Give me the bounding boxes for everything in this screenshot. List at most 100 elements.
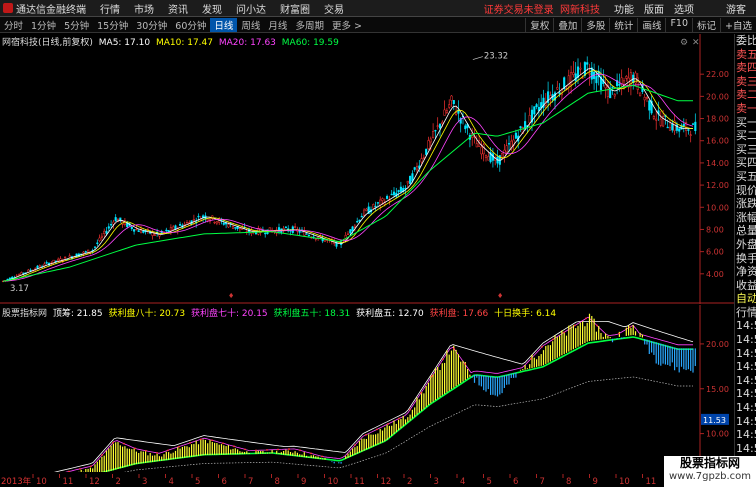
candle-body bbox=[358, 219, 361, 222]
indicator-chart[interactable]: 20.00 15.00 10.00 11.53 bbox=[0, 305, 734, 472]
candle-body bbox=[666, 126, 669, 129]
candle-body bbox=[172, 226, 175, 230]
side-panel-item[interactable]: 14:56 bbox=[735, 442, 756, 456]
fuquan-button[interactable]: 复权 bbox=[525, 17, 553, 32]
candle-body bbox=[222, 222, 225, 225]
duogu-button[interactable]: 多股 bbox=[581, 17, 609, 32]
side-panel-item[interactable]: 买四 bbox=[735, 156, 756, 170]
side-panel-item[interactable]: 14:56 bbox=[735, 360, 756, 374]
side-panel-item[interactable]: 涨跌 bbox=[735, 197, 756, 211]
candle-body bbox=[576, 66, 580, 78]
close-icon: ✕ bbox=[692, 38, 700, 48]
period-30min[interactable]: 30分钟 bbox=[132, 18, 171, 32]
candle-body bbox=[135, 228, 138, 231]
ma10-label: MA10: 17.47 bbox=[155, 38, 213, 48]
period-daily[interactable]: 日线 bbox=[210, 17, 238, 32]
period-5min[interactable]: 5分钟 bbox=[60, 18, 93, 32]
candle-body bbox=[448, 104, 451, 108]
side-panel-item[interactable]: 卖四 bbox=[735, 61, 756, 75]
side-panel-item[interactable]: 14:56 bbox=[735, 333, 756, 347]
menu-caifuquan[interactable]: 财富圈 bbox=[280, 1, 310, 16]
side-panel-item[interactable]: 外盘 bbox=[735, 238, 756, 252]
candle-body bbox=[179, 223, 182, 226]
candle-body bbox=[174, 225, 177, 230]
side-panel-item[interactable]: 净资 bbox=[735, 265, 756, 279]
candle-body bbox=[323, 239, 327, 242]
menu-xuanxiang[interactable]: 选项 bbox=[674, 1, 694, 16]
period-weekly[interactable]: 周线 bbox=[237, 18, 264, 32]
candle-body bbox=[678, 128, 681, 132]
side-panel-item[interactable]: 14:56 bbox=[735, 319, 756, 333]
huaxian-button[interactable]: 画线 bbox=[637, 17, 665, 32]
side-panel-item[interactable]: 涨幅 bbox=[735, 211, 756, 225]
period-15min[interactable]: 15分钟 bbox=[93, 18, 132, 32]
candle-body bbox=[556, 87, 559, 90]
side-panel-item[interactable]: 14:56 bbox=[735, 415, 756, 429]
month-label: 11 bbox=[63, 477, 74, 487]
side-panel-item[interactable]: 14:56 bbox=[735, 401, 756, 415]
menu-youke[interactable]: 游客 bbox=[726, 1, 746, 16]
side-panel-item[interactable]: 买一 bbox=[735, 116, 756, 130]
menu-gongneng[interactable]: 功能 bbox=[614, 1, 634, 16]
stock-title: 网宿科技(日线,前复权) bbox=[2, 38, 93, 48]
side-panel-item[interactable]: 卖三 bbox=[735, 75, 756, 89]
menu-faxian[interactable]: 发现 bbox=[202, 1, 222, 16]
site-watermark: 股票指标网 www.7gpzb.com bbox=[664, 456, 756, 487]
side-panel-item[interactable]: 14:56 bbox=[735, 428, 756, 442]
f10-button[interactable]: F10 bbox=[665, 17, 692, 32]
profit-marker bbox=[112, 441, 114, 444]
side-panel-item[interactable]: 收益 bbox=[735, 279, 756, 293]
candle-body bbox=[206, 218, 209, 221]
side-panel-item[interactable]: 买三 bbox=[735, 143, 756, 157]
menu-zixun[interactable]: 资讯 bbox=[168, 1, 188, 16]
period-1min[interactable]: 1分钟 bbox=[27, 18, 60, 32]
menu-shichang[interactable]: 市场 bbox=[134, 1, 154, 16]
high-marker-label: 23.32 bbox=[484, 52, 508, 62]
period-multi[interactable]: 多周期 bbox=[291, 18, 328, 32]
candle-body bbox=[142, 230, 145, 233]
period-more[interactable]: 更多 > bbox=[328, 18, 366, 32]
menu-jiaoyi[interactable]: 交易 bbox=[324, 1, 344, 16]
menu-hangqing[interactable]: 行情 bbox=[100, 1, 120, 16]
month-label: 7 bbox=[248, 477, 253, 487]
side-panel-item[interactable]: 总量 bbox=[735, 224, 756, 238]
candle-body bbox=[227, 224, 230, 228]
side-panel-item[interactable]: 行情 bbox=[735, 306, 756, 320]
tongji-button[interactable]: 统计 bbox=[609, 17, 637, 32]
candle-body bbox=[415, 166, 419, 171]
candle-body bbox=[18, 274, 21, 276]
menu-banmian[interactable]: 版面 bbox=[644, 1, 664, 16]
app-logo-icon bbox=[3, 3, 13, 13]
candle-body bbox=[645, 97, 649, 99]
period-fenshi[interactable]: 分时 bbox=[0, 18, 27, 32]
profit-marker bbox=[211, 439, 213, 442]
side-panel-item[interactable]: 委比 bbox=[735, 34, 756, 48]
side-panel-item[interactable]: 14:56 bbox=[735, 347, 756, 361]
biaoji-button[interactable]: 标记 bbox=[692, 17, 720, 32]
side-panel-item[interactable]: 卖二 bbox=[735, 88, 756, 102]
menu-wenxiaoda[interactable]: 问小达 bbox=[236, 1, 266, 16]
side-panel-item[interactable]: 自动 bbox=[735, 292, 756, 306]
side-panel-item[interactable]: 换手 bbox=[735, 252, 756, 266]
side-panel-item[interactable]: 买五 bbox=[735, 170, 756, 184]
side-panel-item[interactable]: 卖五 bbox=[735, 48, 756, 62]
side-panel-item[interactable]: 买二 bbox=[735, 129, 756, 143]
period-60min[interactable]: 60分钟 bbox=[171, 18, 210, 32]
candle-body bbox=[528, 115, 531, 124]
login-alert[interactable]: 证券交易未登录 网新科技 bbox=[484, 1, 600, 16]
kline-chart[interactable]: 22.00 20.00 18.00 16.00 14.00 12.00 10.00 8.00 6… bbox=[0, 34, 734, 304]
price-tick-label: 20.00 bbox=[706, 92, 729, 101]
side-panel-item[interactable]: 现价 bbox=[735, 184, 756, 198]
profit-marker bbox=[585, 317, 587, 320]
side-panel-item[interactable]: 14:56 bbox=[735, 374, 756, 388]
side-panel-item[interactable]: 卖一 bbox=[735, 102, 756, 116]
candle-body bbox=[351, 226, 354, 232]
side-panel-item[interactable]: 14:56 bbox=[735, 387, 756, 401]
candle-body bbox=[445, 110, 448, 113]
add-watchlist-button[interactable]: +自选 bbox=[720, 17, 756, 32]
candle-body bbox=[93, 246, 97, 248]
chart-background bbox=[0, 34, 734, 304]
diejia-button[interactable]: 叠加 bbox=[553, 17, 581, 32]
period-monthly[interactable]: 月线 bbox=[264, 18, 291, 32]
month-label: 4 bbox=[460, 477, 465, 487]
